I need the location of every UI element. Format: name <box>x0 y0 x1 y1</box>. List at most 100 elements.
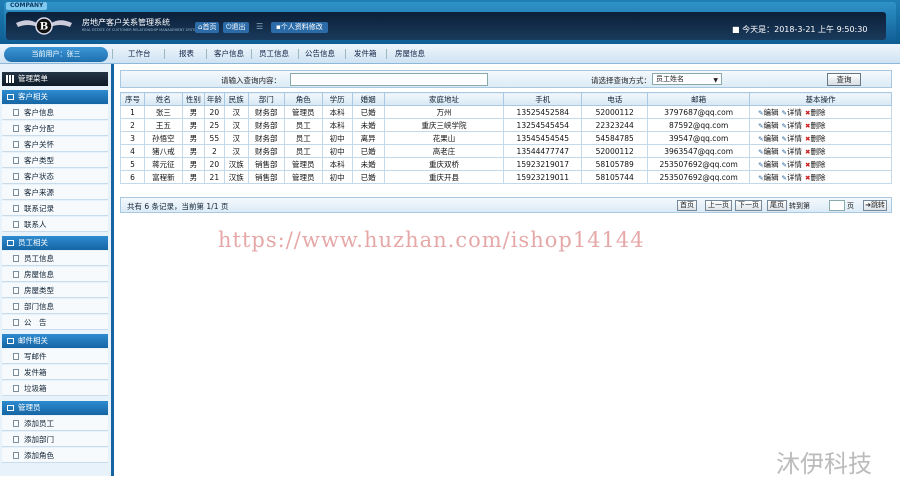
table-cell: 3 <box>120 131 145 145</box>
delete-link[interactable]: 删除 <box>810 173 825 182</box>
today-label: 今天是：2018-3-21 上午 9:50:30 <box>742 25 868 34</box>
sidebar-item-customer-status[interactable]: 客户状态 <box>2 169 108 184</box>
table-cell: 本科 <box>321 105 353 119</box>
table-cell: 2 <box>120 118 145 132</box>
table-cell: 2 <box>203 144 225 158</box>
sidebar-item-label: 添加角色 <box>24 451 54 460</box>
sidebar-item-department-info[interactable]: 部门信息 <box>2 299 108 314</box>
menu-group-employees[interactable]: 员工相关 <box>2 236 108 250</box>
sidebar-item-label: 公 告 <box>24 318 47 327</box>
next-page-button[interactable]: 下一页 <box>735 200 762 211</box>
query-button[interactable]: 查询 <box>827 73 861 86</box>
nav-item-workbench[interactable]: 工作台 <box>128 48 151 60</box>
sidebar-item-label: 客户来源 <box>24 188 54 197</box>
table-cell: 已婚 <box>351 170 385 184</box>
profile-edit-button[interactable]: ▪个人资料修改 <box>271 22 328 33</box>
table-cell: 54584785 <box>581 131 649 145</box>
search-input[interactable] <box>290 73 488 86</box>
pencil-icon: ✎ <box>758 134 764 143</box>
edit-link[interactable]: 编辑 <box>764 108 779 117</box>
sidebar-item-add-employee[interactable]: 添加员工 <box>2 416 108 431</box>
table-cell: 未婚 <box>351 157 385 171</box>
delete-link[interactable]: 删除 <box>810 134 825 143</box>
nav-item-outbox[interactable]: 发件箱 <box>354 48 377 60</box>
table-cell: 20 <box>203 157 225 171</box>
page-number-input[interactable] <box>829 200 845 211</box>
detail-link[interactable]: 详情 <box>787 173 802 182</box>
column-header: 婚姻 <box>351 92 385 106</box>
table-cell: 重庆双桥 <box>383 157 505 171</box>
document-icon <box>13 173 19 180</box>
sidebar-item-customer-assign[interactable]: 客户分配 <box>2 121 108 136</box>
go-button[interactable]: ➜跳转 <box>863 200 887 211</box>
edit-link[interactable]: 编辑 <box>764 121 779 130</box>
sidebar-item-customer-care[interactable]: 客户关怀 <box>2 137 108 152</box>
document-icon <box>13 287 19 294</box>
pencil-icon: ✎ <box>758 160 764 169</box>
sidebar-item-label: 联系人 <box>24 220 47 229</box>
sidebar-item-label: 房屋类型 <box>24 286 54 295</box>
nav-item-reports[interactable]: 报表 <box>179 48 194 60</box>
sidebar-item-house-info[interactable]: 房屋信息 <box>2 267 108 282</box>
detail-link[interactable]: 详情 <box>787 121 802 130</box>
edit-link[interactable]: 编辑 <box>764 173 779 182</box>
first-page-button[interactable]: 首页 <box>677 200 697 211</box>
sidebar-item-trash[interactable]: 垃圾箱 <box>2 381 108 396</box>
nav-item-houses[interactable]: 房屋信息 <box>395 48 425 60</box>
sidebar-item-contact-records[interactable]: 联系记录 <box>2 201 108 216</box>
sidebar-item-notice[interactable]: 公 告 <box>2 315 108 330</box>
detail-link[interactable]: 详情 <box>787 160 802 169</box>
edit-link[interactable]: 编辑 <box>764 147 779 156</box>
table-cell: 管理员 <box>283 170 323 184</box>
detail-link[interactable]: 详情 <box>787 134 802 143</box>
sidebar-item-outbox[interactable]: 发件箱 <box>2 365 108 380</box>
table-cell: 财务部 <box>247 131 285 145</box>
sidebar-item-write-mail[interactable]: 写邮件 <box>2 349 108 364</box>
table-cell: 男 <box>181 144 205 158</box>
table-cell: 管理员 <box>283 105 323 119</box>
sidebar-item-contacts[interactable]: 联系人 <box>2 217 108 232</box>
column-header: 民族 <box>223 92 249 106</box>
document-icon <box>13 319 19 326</box>
nav-item-notices[interactable]: 公告信息 <box>305 48 335 60</box>
menu-group-customers[interactable]: 客户相关 <box>2 90 108 104</box>
sidebar-item-customer-info[interactable]: 客户信息 <box>2 105 108 120</box>
sidebar-item-customer-type[interactable]: 客户类型 <box>2 153 108 168</box>
nav-divider <box>386 49 387 59</box>
winged-logo-icon: B <box>16 17 72 35</box>
nav-item-customers[interactable]: 客户信息 <box>214 48 244 60</box>
nav-item-employees[interactable]: 员工信息 <box>259 48 289 60</box>
table-cell: 离异 <box>351 131 385 145</box>
sidebar-item-label: 添加部门 <box>24 435 54 444</box>
sidebar-item-add-role[interactable]: 添加角色 <box>2 448 108 463</box>
pencil-icon: ✎ <box>758 108 764 117</box>
sidebar-item-add-department[interactable]: 添加部门 <box>2 432 108 447</box>
detail-link[interactable]: 详情 <box>787 108 802 117</box>
folder-icon <box>7 240 14 246</box>
table-cell: 21 <box>203 170 225 184</box>
delete-link[interactable]: 删除 <box>810 147 825 156</box>
delete-link[interactable]: 删除 <box>810 108 825 117</box>
delete-link[interactable]: 删除 <box>810 121 825 130</box>
delete-link[interactable]: 删除 <box>810 160 825 169</box>
prev-page-button[interactable]: 上一页 <box>705 200 732 211</box>
search-mode-select[interactable]: 员工姓名 ▼ <box>652 73 722 85</box>
exit-label: 退出 <box>231 23 246 31</box>
sidebar-item-house-type[interactable]: 房屋类型 <box>2 283 108 298</box>
home-button[interactable]: ⌂首页 <box>195 22 220 33</box>
menu-group-mail[interactable]: 邮件相关 <box>2 334 108 348</box>
exit-button[interactable]: ⏻退出 <box>223 22 249 33</box>
sidebar-item-customer-source[interactable]: 客户来源 <box>2 185 108 200</box>
table-cell: 蒋元征 <box>143 157 183 171</box>
detail-link[interactable]: 详情 <box>787 147 802 156</box>
edit-link[interactable]: 编辑 <box>764 134 779 143</box>
nav-divider <box>206 49 207 59</box>
last-page-button[interactable]: 尾页 <box>767 200 787 211</box>
table-cell: 5 <box>120 157 145 171</box>
table-cell: 15923219017 <box>503 157 583 171</box>
nav-divider <box>164 49 165 59</box>
edit-link[interactable]: 编辑 <box>764 160 779 169</box>
sidebar-item-employee-info[interactable]: 员工信息 <box>2 251 108 266</box>
table-cell: 13544477747 <box>503 144 583 158</box>
menu-group-admin[interactable]: 管理员 <box>2 401 108 415</box>
